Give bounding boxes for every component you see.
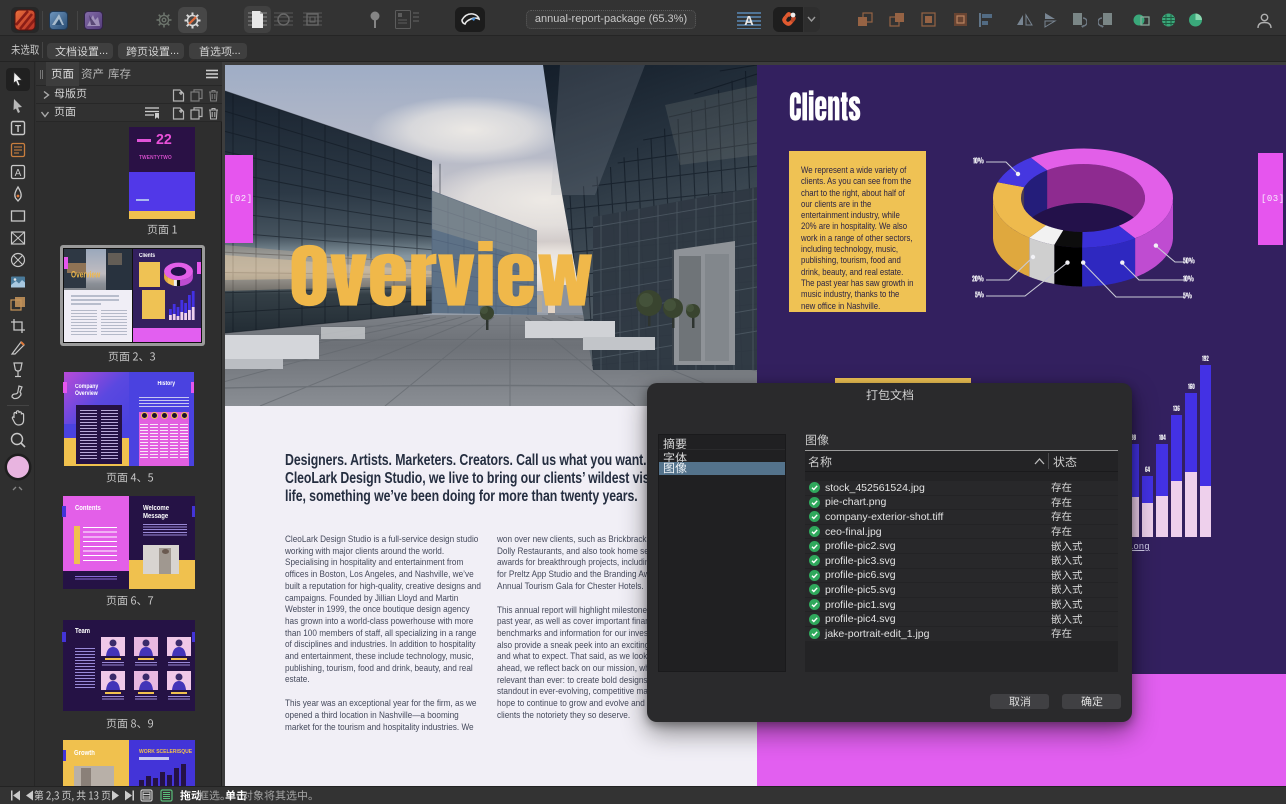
svg-text:A: A bbox=[15, 168, 22, 179]
svg-text:T: T bbox=[15, 124, 21, 135]
svg-text:A: A bbox=[744, 13, 754, 28]
